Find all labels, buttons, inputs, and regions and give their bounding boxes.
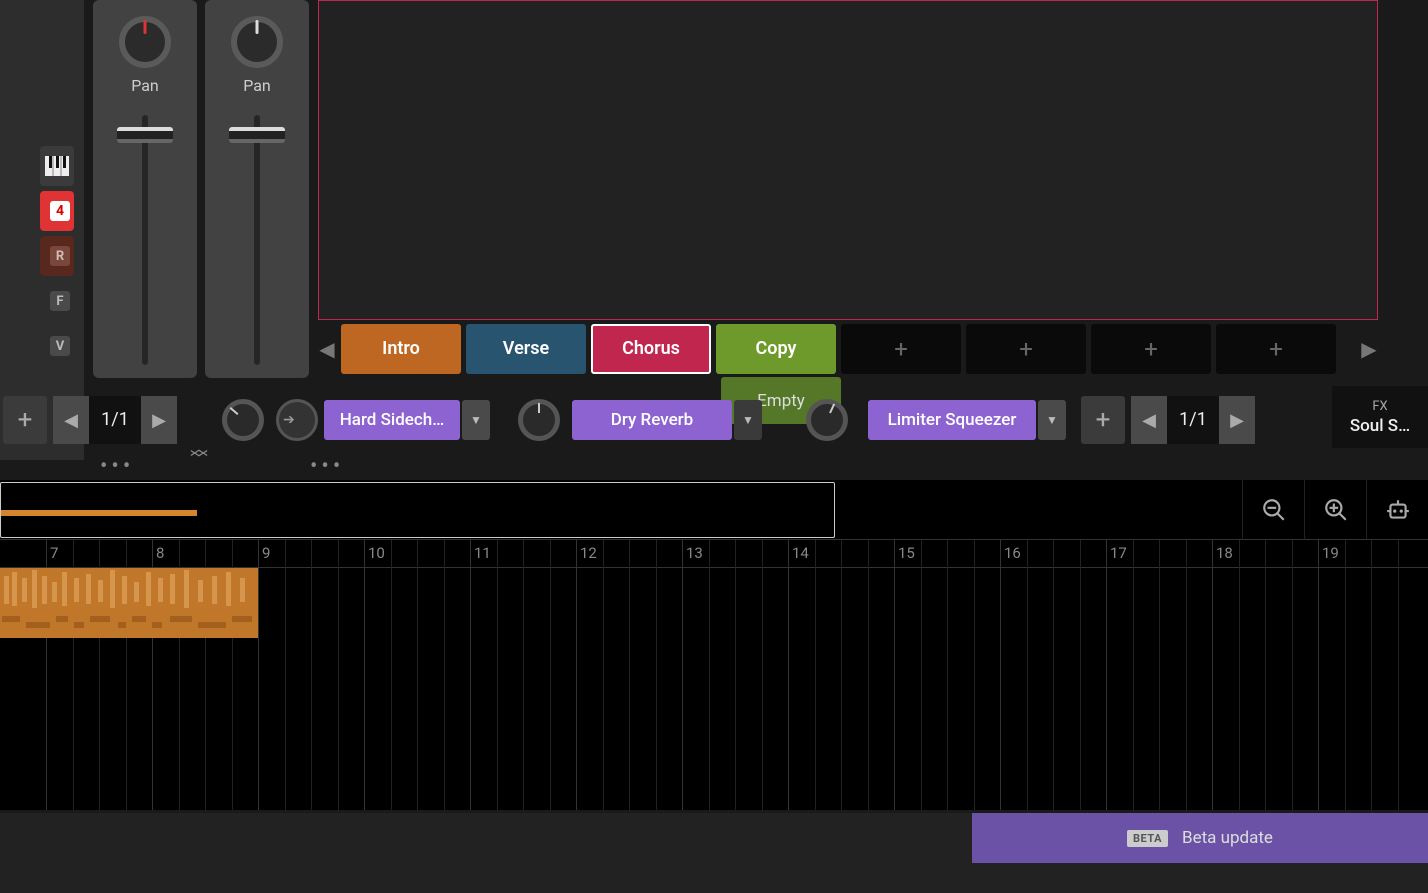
ruler-mark: 7: [50, 544, 58, 562]
channel-strip-1: Pan: [93, 0, 197, 378]
fx-preset-name: Soul S…: [1350, 416, 1410, 436]
fader-track-1: [142, 115, 148, 365]
drag-handle-left[interactable]: •••: [100, 454, 134, 479]
ruler-mark: 14: [792, 544, 809, 562]
v-button[interactable]: V: [40, 326, 74, 366]
fx-limiter-squeezer[interactable]: Limiter Squeezer: [868, 400, 1036, 440]
ruler-mark: 19: [1322, 544, 1339, 562]
fx-pager-left: ◀ 1/1 ▶: [53, 396, 177, 444]
zoom-out-icon: [1261, 497, 1287, 523]
pager-left-prev[interactable]: ◀: [53, 396, 89, 444]
arrangement-view[interactable]: [318, 0, 1378, 320]
ruler-mark: 16: [1004, 544, 1021, 562]
robot-icon-button[interactable]: [1366, 480, 1428, 540]
pan-knob-1[interactable]: [119, 16, 171, 68]
ruler-mark: 11: [474, 544, 491, 562]
section-selector-row: ◀ Intro Verse Chorus Copy + + + +: [318, 322, 1336, 375]
beta-tag: BETA: [1127, 830, 1168, 847]
fx-knob-3[interactable]: [806, 399, 848, 441]
section-verse[interactable]: Verse: [466, 324, 586, 374]
fader-2[interactable]: [229, 127, 285, 143]
ruler-mark: 17: [1110, 544, 1127, 562]
section-add-1[interactable]: +: [841, 324, 961, 374]
instrument-keys-button[interactable]: [40, 146, 74, 186]
fx-dry-reverb[interactable]: Dry Reverb: [572, 400, 732, 440]
robot-icon: [1385, 497, 1411, 523]
timeline-ruler[interactable]: 7 8 9 10 11 12 13 14 15 16 17 18 19: [0, 540, 1428, 568]
fx-preset-box[interactable]: FX Soul S…: [1332, 386, 1428, 448]
ruler-mark: 9: [262, 544, 270, 562]
ruler-mark: 18: [1216, 544, 1233, 562]
track-number-badge: 4: [50, 201, 70, 221]
fx-knob-toggle[interactable]: ➔: [276, 399, 318, 441]
track-lane[interactable]: [0, 568, 1428, 638]
ruler-mark: 13: [686, 544, 703, 562]
fx-hard-sidechain[interactable]: Hard Sidech…: [324, 400, 460, 440]
pager-right-next[interactable]: ▶: [1219, 396, 1255, 444]
pager-right-prev[interactable]: ◀: [1131, 396, 1167, 444]
f-button[interactable]: F: [40, 281, 74, 321]
zoom-in-button[interactable]: [1304, 480, 1366, 540]
fader-track-2: [254, 115, 260, 365]
section-intro[interactable]: Intro: [341, 324, 461, 374]
add-fx-left-button[interactable]: +: [3, 396, 47, 444]
section-copy[interactable]: Copy: [716, 324, 836, 374]
pan-label-1: Pan: [93, 76, 197, 95]
timeline-overview[interactable]: [0, 480, 1428, 540]
record-button[interactable]: R: [40, 236, 74, 276]
piano-keys-icon: [45, 156, 69, 176]
section-add-4[interactable]: +: [1216, 324, 1336, 374]
beta-update-text: Beta update: [1182, 828, 1273, 848]
zoom-in-icon: [1323, 497, 1349, 523]
overview-viewport[interactable]: [0, 482, 835, 538]
drag-handle-right[interactable]: •••: [310, 454, 344, 479]
section-chorus[interactable]: Chorus: [591, 324, 711, 374]
fx-tag-label: FX: [1372, 399, 1387, 414]
zoom-out-button[interactable]: [1242, 480, 1304, 540]
clip-waveform: [0, 568, 258, 638]
pager-left-value: 1/1: [89, 396, 141, 444]
audio-clip[interactable]: [0, 568, 258, 638]
channel-strip-2: Pan: [205, 0, 309, 378]
fx-hard-sidechain-dropdown[interactable]: ▼: [462, 400, 490, 440]
ruler-mark: 15: [898, 544, 915, 562]
pager-left-next[interactable]: ▶: [141, 396, 177, 444]
fx-limiter-dropdown[interactable]: ▼: [1038, 400, 1066, 440]
ruler-mark: 8: [156, 544, 164, 562]
fx-pager-right: ◀ 1/1 ▶: [1131, 396, 1255, 444]
timeline-area: 7 8 9 10 11 12 13 14 15 16 17 18 19: [0, 480, 1428, 810]
fader-1[interactable]: [117, 127, 173, 143]
add-fx-right-button[interactable]: +: [1081, 396, 1125, 444]
sections-scroll-right[interactable]: ▶: [1360, 322, 1378, 375]
pan-knob-2[interactable]: [231, 16, 283, 68]
record-badge: R: [50, 246, 70, 266]
fx-knob-1[interactable]: [222, 399, 264, 441]
fx-dry-reverb-dropdown[interactable]: ▼: [734, 400, 762, 440]
track-4-button[interactable]: 4: [40, 191, 74, 231]
f-badge: F: [50, 291, 70, 311]
ruler-mark: 10: [368, 544, 385, 562]
fx-controls-row: + ◀ 1/1 ▶ ➔ Hard Sidech… ▼ Dry Reverb ▼ …: [0, 390, 1428, 450]
section-add-2[interactable]: +: [966, 324, 1086, 374]
pager-right-value: 1/1: [1167, 396, 1219, 444]
footer: BETA Beta update: [0, 813, 1428, 893]
vertical-resize-handle[interactable]: ︿﹀: [190, 445, 208, 465]
ruler-mark: 12: [580, 544, 597, 562]
overview-clip-preview: [1, 510, 197, 516]
v-badge: V: [50, 336, 70, 356]
beta-update-bar[interactable]: BETA Beta update: [972, 813, 1428, 863]
pan-label-2: Pan: [205, 76, 309, 95]
section-add-3[interactable]: +: [1091, 324, 1211, 374]
sections-scroll-left[interactable]: ◀: [318, 322, 336, 375]
fx-knob-2[interactable]: [518, 399, 560, 441]
